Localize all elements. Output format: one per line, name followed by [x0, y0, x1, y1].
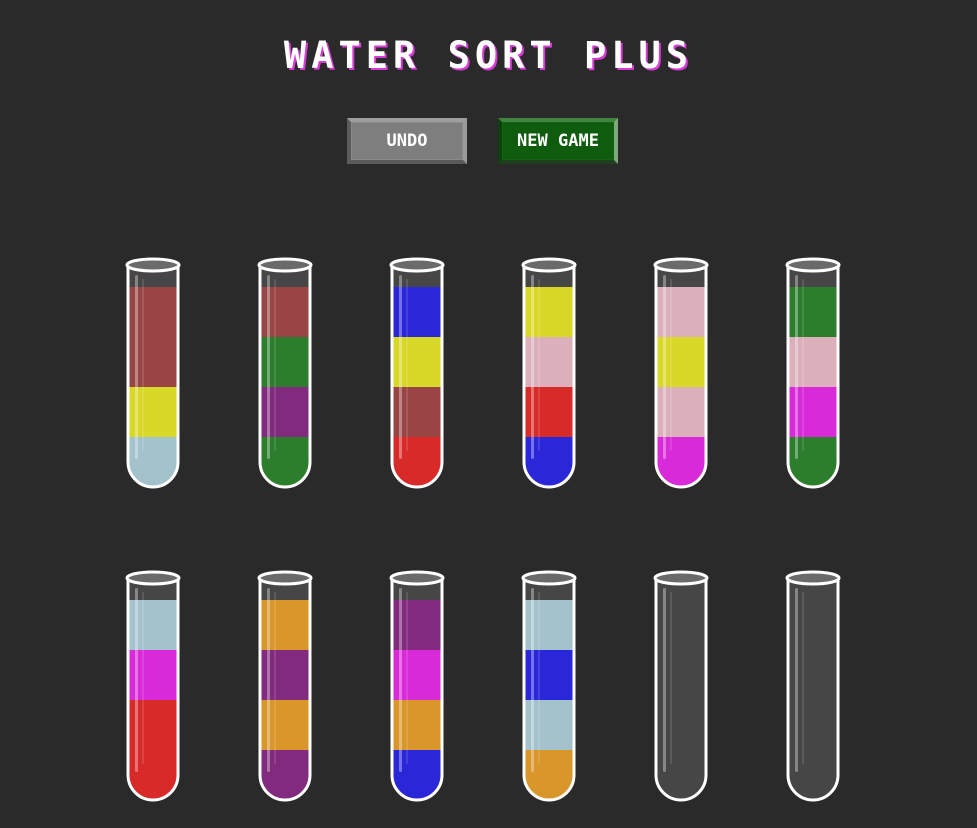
- liquid-layer-red: [392, 437, 442, 487]
- glass-highlight-faint: [142, 592, 144, 764]
- tube-rim: [785, 570, 841, 586]
- glass-highlight: [795, 588, 798, 772]
- liquid-layer-orange: [524, 750, 574, 800]
- glass-highlight: [135, 275, 138, 459]
- liquid-layer-magenta: [392, 650, 442, 700]
- tube-rim: [257, 257, 313, 273]
- tube-12[interactable]: [785, 570, 841, 802]
- glass-highlight: [663, 275, 666, 459]
- glass-highlight: [399, 588, 402, 772]
- tube-rim: [521, 570, 577, 586]
- tube-8[interactable]: [257, 570, 313, 802]
- tube-10[interactable]: [521, 570, 577, 802]
- liquid-layer-red: [128, 700, 178, 750]
- liquid-layer-maroon: [128, 287, 178, 337]
- tube-5[interactable]: [653, 257, 709, 489]
- tube-rim: [257, 570, 313, 586]
- glass-highlight: [795, 275, 798, 459]
- liquid-layer-red: [524, 387, 574, 437]
- glass-highlight: [531, 275, 534, 459]
- liquid-layer-purple: [260, 650, 310, 700]
- glass-highlight-faint: [670, 279, 672, 451]
- liquid-layer-green: [260, 337, 310, 387]
- glass-highlight-faint: [670, 592, 672, 764]
- liquid-layer-purple: [260, 750, 310, 800]
- liquid-layer-red: [128, 750, 178, 800]
- glass-highlight: [135, 588, 138, 772]
- tube-rim: [521, 257, 577, 273]
- tube-3[interactable]: [389, 257, 445, 489]
- liquid-layer-yellow: [128, 387, 178, 437]
- tube-rim: [653, 570, 709, 586]
- tube-1[interactable]: [125, 257, 181, 489]
- liquid-layer-light-blue: [128, 600, 178, 650]
- liquid-layer-green: [788, 287, 838, 337]
- liquid-layer-yellow: [656, 337, 706, 387]
- tube-board: [125, 257, 841, 802]
- tube-rim: [653, 257, 709, 273]
- liquid-layer-pink: [788, 337, 838, 387]
- tube-11[interactable]: [653, 570, 709, 802]
- liquid-layer-blue: [524, 650, 574, 700]
- liquid-layer-green: [788, 437, 838, 487]
- glass-highlight-faint: [802, 279, 804, 451]
- tube-6[interactable]: [785, 257, 841, 489]
- liquid-layer-blue: [392, 287, 442, 337]
- liquid-layer-pink: [524, 337, 574, 387]
- liquid-layer-pink: [656, 287, 706, 337]
- liquid-layer-pink: [656, 387, 706, 437]
- glass-highlight-faint: [406, 279, 408, 451]
- liquid-layer-magenta: [788, 387, 838, 437]
- tube-rim: [389, 570, 445, 586]
- liquid-layer-maroon: [128, 337, 178, 387]
- liquid-layer-light-blue: [128, 437, 178, 487]
- liquid-layer-maroon: [260, 287, 310, 337]
- glass-highlight: [267, 588, 270, 772]
- liquid-layer-magenta: [128, 650, 178, 700]
- tube-9[interactable]: [389, 570, 445, 802]
- glass-highlight-faint: [274, 592, 276, 764]
- glass-highlight: [531, 588, 534, 772]
- liquid-layer-yellow: [392, 337, 442, 387]
- liquid-layer-green: [260, 437, 310, 487]
- glass-highlight-faint: [274, 279, 276, 451]
- tube-rim: [125, 570, 181, 586]
- glass-highlight-faint: [538, 279, 540, 451]
- liquid-layer-orange: [260, 700, 310, 750]
- liquid-layer-purple: [392, 600, 442, 650]
- liquid-layer-yellow: [524, 287, 574, 337]
- glass-highlight-faint: [538, 592, 540, 764]
- tube-2[interactable]: [257, 257, 313, 489]
- liquid-layer-light-blue: [524, 700, 574, 750]
- liquid-layer-magenta: [656, 437, 706, 487]
- game-screen: WATER SORT PLUS UNDO NEW GAME: [0, 0, 977, 828]
- tube-rim: [785, 257, 841, 273]
- glass-highlight: [267, 275, 270, 459]
- glass-highlight-faint: [802, 592, 804, 764]
- glass-highlight-faint: [406, 592, 408, 764]
- tube-rim: [125, 257, 181, 273]
- liquid-layer-maroon: [392, 387, 442, 437]
- tube-rim: [389, 257, 445, 273]
- liquid-layer-purple: [260, 387, 310, 437]
- liquid-layer-orange: [260, 600, 310, 650]
- tube-4[interactable]: [521, 257, 577, 489]
- liquid-layer-blue: [392, 750, 442, 800]
- glass-highlight: [399, 275, 402, 459]
- glass-highlight: [663, 588, 666, 772]
- liquid-layer-light-blue: [524, 600, 574, 650]
- glass-highlight-faint: [142, 279, 144, 451]
- tube-7[interactable]: [125, 570, 181, 802]
- liquid-layer-orange: [392, 700, 442, 750]
- liquid-layer-blue: [524, 437, 574, 487]
